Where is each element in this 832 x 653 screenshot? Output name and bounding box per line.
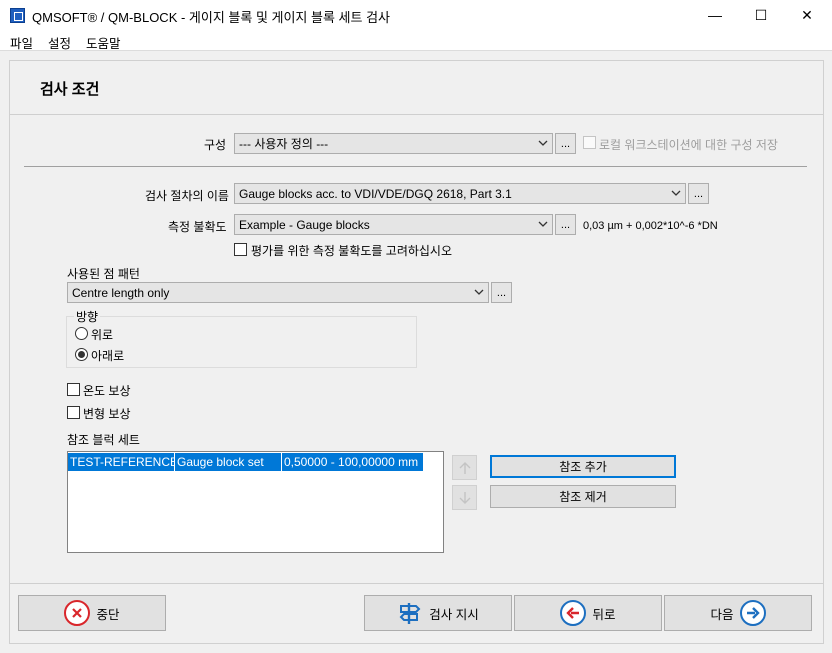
inspection-order-button[interactable]: 검사 지시: [364, 595, 512, 631]
divider: [24, 166, 807, 167]
abort-label: 중단: [96, 607, 120, 622]
arrow-left-icon: [560, 600, 587, 626]
abort-button[interactable]: 중단: [18, 595, 166, 631]
temperature-compensation-checkbox[interactable]: [67, 383, 80, 396]
arrow-down-icon: [459, 491, 470, 504]
reference-name-cell: TEST-REFERENCE-BL: [68, 453, 175, 471]
menu-file[interactable]: 파일: [10, 33, 33, 52]
config-value: --- 사용자 정의 ---: [239, 137, 329, 151]
uncertainty-value: Example - Gauge blocks: [239, 217, 370, 232]
procedure-select[interactable]: Gauge blocks acc. to VDI/VDE/DGQ 2618, P…: [234, 183, 686, 204]
pattern-browse-button[interactable]: ...: [491, 282, 512, 303]
chevron-down-icon: [538, 140, 548, 146]
page-header: [10, 61, 823, 115]
arrow-up-icon: [459, 461, 470, 474]
back-label: 뒤로: [592, 607, 616, 622]
chevron-down-icon: [538, 221, 548, 227]
uncertainty-browse-button[interactable]: ...: [555, 214, 576, 235]
cancel-icon: [64, 600, 91, 626]
page-title: 검사 조건: [40, 81, 100, 98]
reference-label: 참조 블럭 세트: [67, 433, 140, 447]
uncertainty-label: 측정 불확도: [168, 220, 227, 234]
back-button[interactable]: 뒤로: [514, 595, 662, 631]
direction-down-label: 아래로: [91, 349, 125, 363]
save-local-label: 로컬 워크스테이션에 대한 구성 저장: [599, 138, 778, 152]
arrow-right-icon: [739, 600, 766, 626]
minimize-button[interactable]: —: [692, 0, 738, 30]
inspection-order-label: 검사 지시: [429, 607, 479, 622]
consider-uncertainty-checkbox[interactable]: [234, 243, 247, 256]
add-reference-button[interactable]: 참조 추가: [490, 455, 676, 478]
menu-settings[interactable]: 설정: [48, 33, 71, 52]
window-title: QMSOFT® / QM-BLOCK - 게이지 블록 및 게이지 블록 세트 …: [32, 10, 390, 25]
direction-up-label: 위로: [91, 328, 114, 342]
procedure-label: 검사 절차의 이름: [145, 189, 229, 203]
config-label: 구성: [204, 138, 227, 152]
config-browse-button[interactable]: ...: [555, 133, 576, 154]
save-local-checkbox[interactable]: [583, 136, 596, 149]
chevron-down-icon: [671, 190, 681, 196]
reference-type-cell: Gauge block set: [175, 453, 282, 471]
pattern-value: Centre length only: [72, 285, 170, 300]
pattern-label: 사용된 점 패턴: [67, 267, 140, 281]
direction-up-radio[interactable]: [75, 327, 88, 340]
config-select[interactable]: --- 사용자 정의 ---: [234, 133, 553, 154]
maximize-button[interactable]: ☐: [738, 0, 784, 30]
deformation-compensation-checkbox[interactable]: [67, 406, 80, 419]
reference-range-cell: 0,50000 - 100,00000 mm: [284, 455, 419, 469]
remove-reference-button[interactable]: 참조 제거: [490, 485, 676, 508]
direction-down-radio[interactable]: [75, 348, 88, 361]
app-icon: [10, 8, 25, 23]
signpost-icon: [399, 603, 421, 624]
uncertainty-formula: 0,03 µm + 0,002*10^-6 *DN: [583, 220, 718, 232]
procedure-value: Gauge blocks acc. to VDI/VDE/DGQ 2618, P…: [239, 186, 512, 201]
close-button[interactable]: ✕: [784, 0, 830, 30]
move-up-button[interactable]: [452, 455, 477, 480]
procedure-browse-button[interactable]: ...: [688, 183, 709, 204]
menu-bar: [0, 30, 832, 51]
temperature-compensation-label: 온도 보상: [83, 384, 131, 398]
move-down-button[interactable]: [452, 485, 477, 510]
direction-group-label: 방향: [74, 308, 101, 325]
consider-uncertainty-label: 평가를 위한 측정 불확도를 고려하십시오: [251, 244, 453, 258]
next-button[interactable]: 다음: [664, 595, 812, 631]
uncertainty-select[interactable]: Example - Gauge blocks: [234, 214, 553, 235]
next-label: 다음: [710, 607, 734, 622]
menu-help[interactable]: 도움말: [86, 33, 121, 52]
chevron-down-icon: [474, 289, 484, 295]
deformation-compensation-label: 변형 보상: [83, 407, 131, 421]
pattern-select[interactable]: Centre length only: [67, 282, 489, 303]
